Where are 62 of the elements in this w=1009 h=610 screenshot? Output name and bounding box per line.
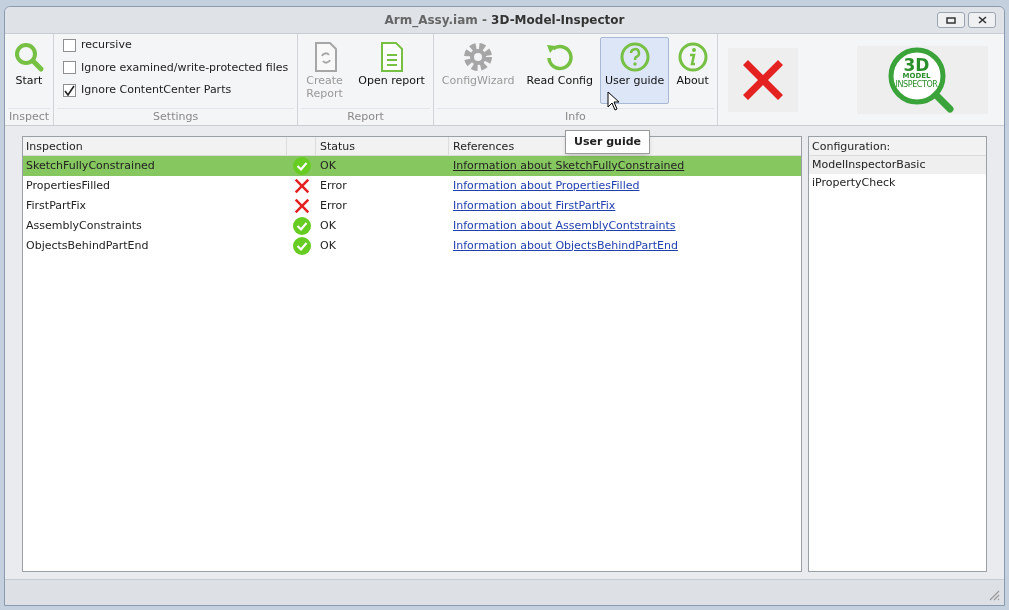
group-label: Settings xyxy=(57,108,295,125)
cursor-icon xyxy=(607,91,621,111)
ribbon-button[interactable]: About xyxy=(671,37,714,104)
panel-header: Configuration: xyxy=(809,137,986,156)
maximize-icon xyxy=(946,16,956,24)
reference-link[interactable]: Information about PropertiesFilled xyxy=(453,177,640,195)
check-icon xyxy=(292,217,311,235)
check-icon xyxy=(292,237,311,255)
table-cell-text: PropertiesFilled xyxy=(25,177,112,194)
column-header: References xyxy=(453,140,515,153)
table-row[interactable]: PropertiesFilled Error Information about PropertiesFilled xyxy=(23,176,801,196)
table-row[interactable]: FirstPartFix Error Information about FirstPartFix xyxy=(23,196,801,216)
checkbox-label: recursive xyxy=(81,37,132,53)
column-header: Status xyxy=(320,140,356,153)
table-cell-text: ObjectsBehindPartEnd xyxy=(25,237,150,254)
table-row[interactable]: AssemblyConstraints OK Information about AssemblyContstraints xyxy=(23,216,801,236)
cross-icon xyxy=(292,197,311,215)
document-icon xyxy=(314,41,339,73)
table-row[interactable]: SketchFullyConstrained OK Information about SketchFullyConstrained xyxy=(23,156,801,176)
ribbon-button[interactable]: User guide xyxy=(600,37,670,104)
ribbon-button[interactable]: Read Config xyxy=(521,37,599,104)
table-cell-text: SketchFullyConstrained xyxy=(25,157,156,174)
checkbox[interactable] xyxy=(63,61,76,75)
reference-link[interactable]: Information about SketchFullyConstrained xyxy=(453,157,685,175)
window-title: Arm_Assy.iam - 3D-Model-Inspector xyxy=(384,12,625,29)
list-item[interactable]: iPropertyCheck xyxy=(809,174,986,192)
check-icon xyxy=(292,157,311,175)
table-cell-text: Error xyxy=(319,177,348,194)
checkbox-label: Ignore ContentCenter Parts xyxy=(81,82,232,98)
table-cell-text: AssemblyConstraints xyxy=(25,217,143,234)
group-label: Report xyxy=(301,108,430,125)
checkbox[interactable] xyxy=(63,38,76,52)
checkbox[interactable] xyxy=(63,83,76,97)
cross-icon xyxy=(292,177,311,195)
reference-link[interactable]: Information about ObjectsBehindPartEnd xyxy=(453,237,678,255)
table-cell-text: OK xyxy=(319,237,337,254)
column-header: Inspection xyxy=(26,140,83,153)
document-icon xyxy=(379,41,404,73)
logo-text: INSPECTOR xyxy=(895,79,938,89)
ribbon-button[interactable]: Start xyxy=(8,37,50,104)
reference-link[interactable]: Information about FirstPartFix xyxy=(453,197,616,215)
search-icon xyxy=(13,41,45,73)
group-label: Inspect xyxy=(8,108,50,125)
table-cell-text: OK xyxy=(319,157,337,174)
table-cell-text: OK xyxy=(319,217,337,234)
help-icon xyxy=(618,41,651,73)
tooltip: User guide xyxy=(565,130,650,154)
table-cell-text: FirstPartFix xyxy=(25,197,87,214)
maximize-button[interactable] xyxy=(937,12,965,28)
close-icon xyxy=(977,16,987,24)
logo-text: 3D xyxy=(903,56,930,73)
table-cell-text: Error xyxy=(319,197,348,214)
table-row[interactable]: ObjectsBehindPartEnd OK Information about ObjectsBehindPartEnd xyxy=(23,236,801,256)
reference-link[interactable]: Information about AssemblyContstraints xyxy=(453,217,676,235)
group-label: Info xyxy=(436,108,714,125)
resize-grip-icon xyxy=(988,589,1000,601)
ribbon-button[interactable]: Open report xyxy=(353,37,430,104)
list-item[interactable]: ModelInspectorBasic xyxy=(809,156,986,174)
close-button[interactable] xyxy=(968,12,996,28)
gear-icon xyxy=(462,41,495,73)
info-icon xyxy=(676,41,709,73)
checkbox-label: Ignore examined/write-protected files xyxy=(81,59,289,76)
